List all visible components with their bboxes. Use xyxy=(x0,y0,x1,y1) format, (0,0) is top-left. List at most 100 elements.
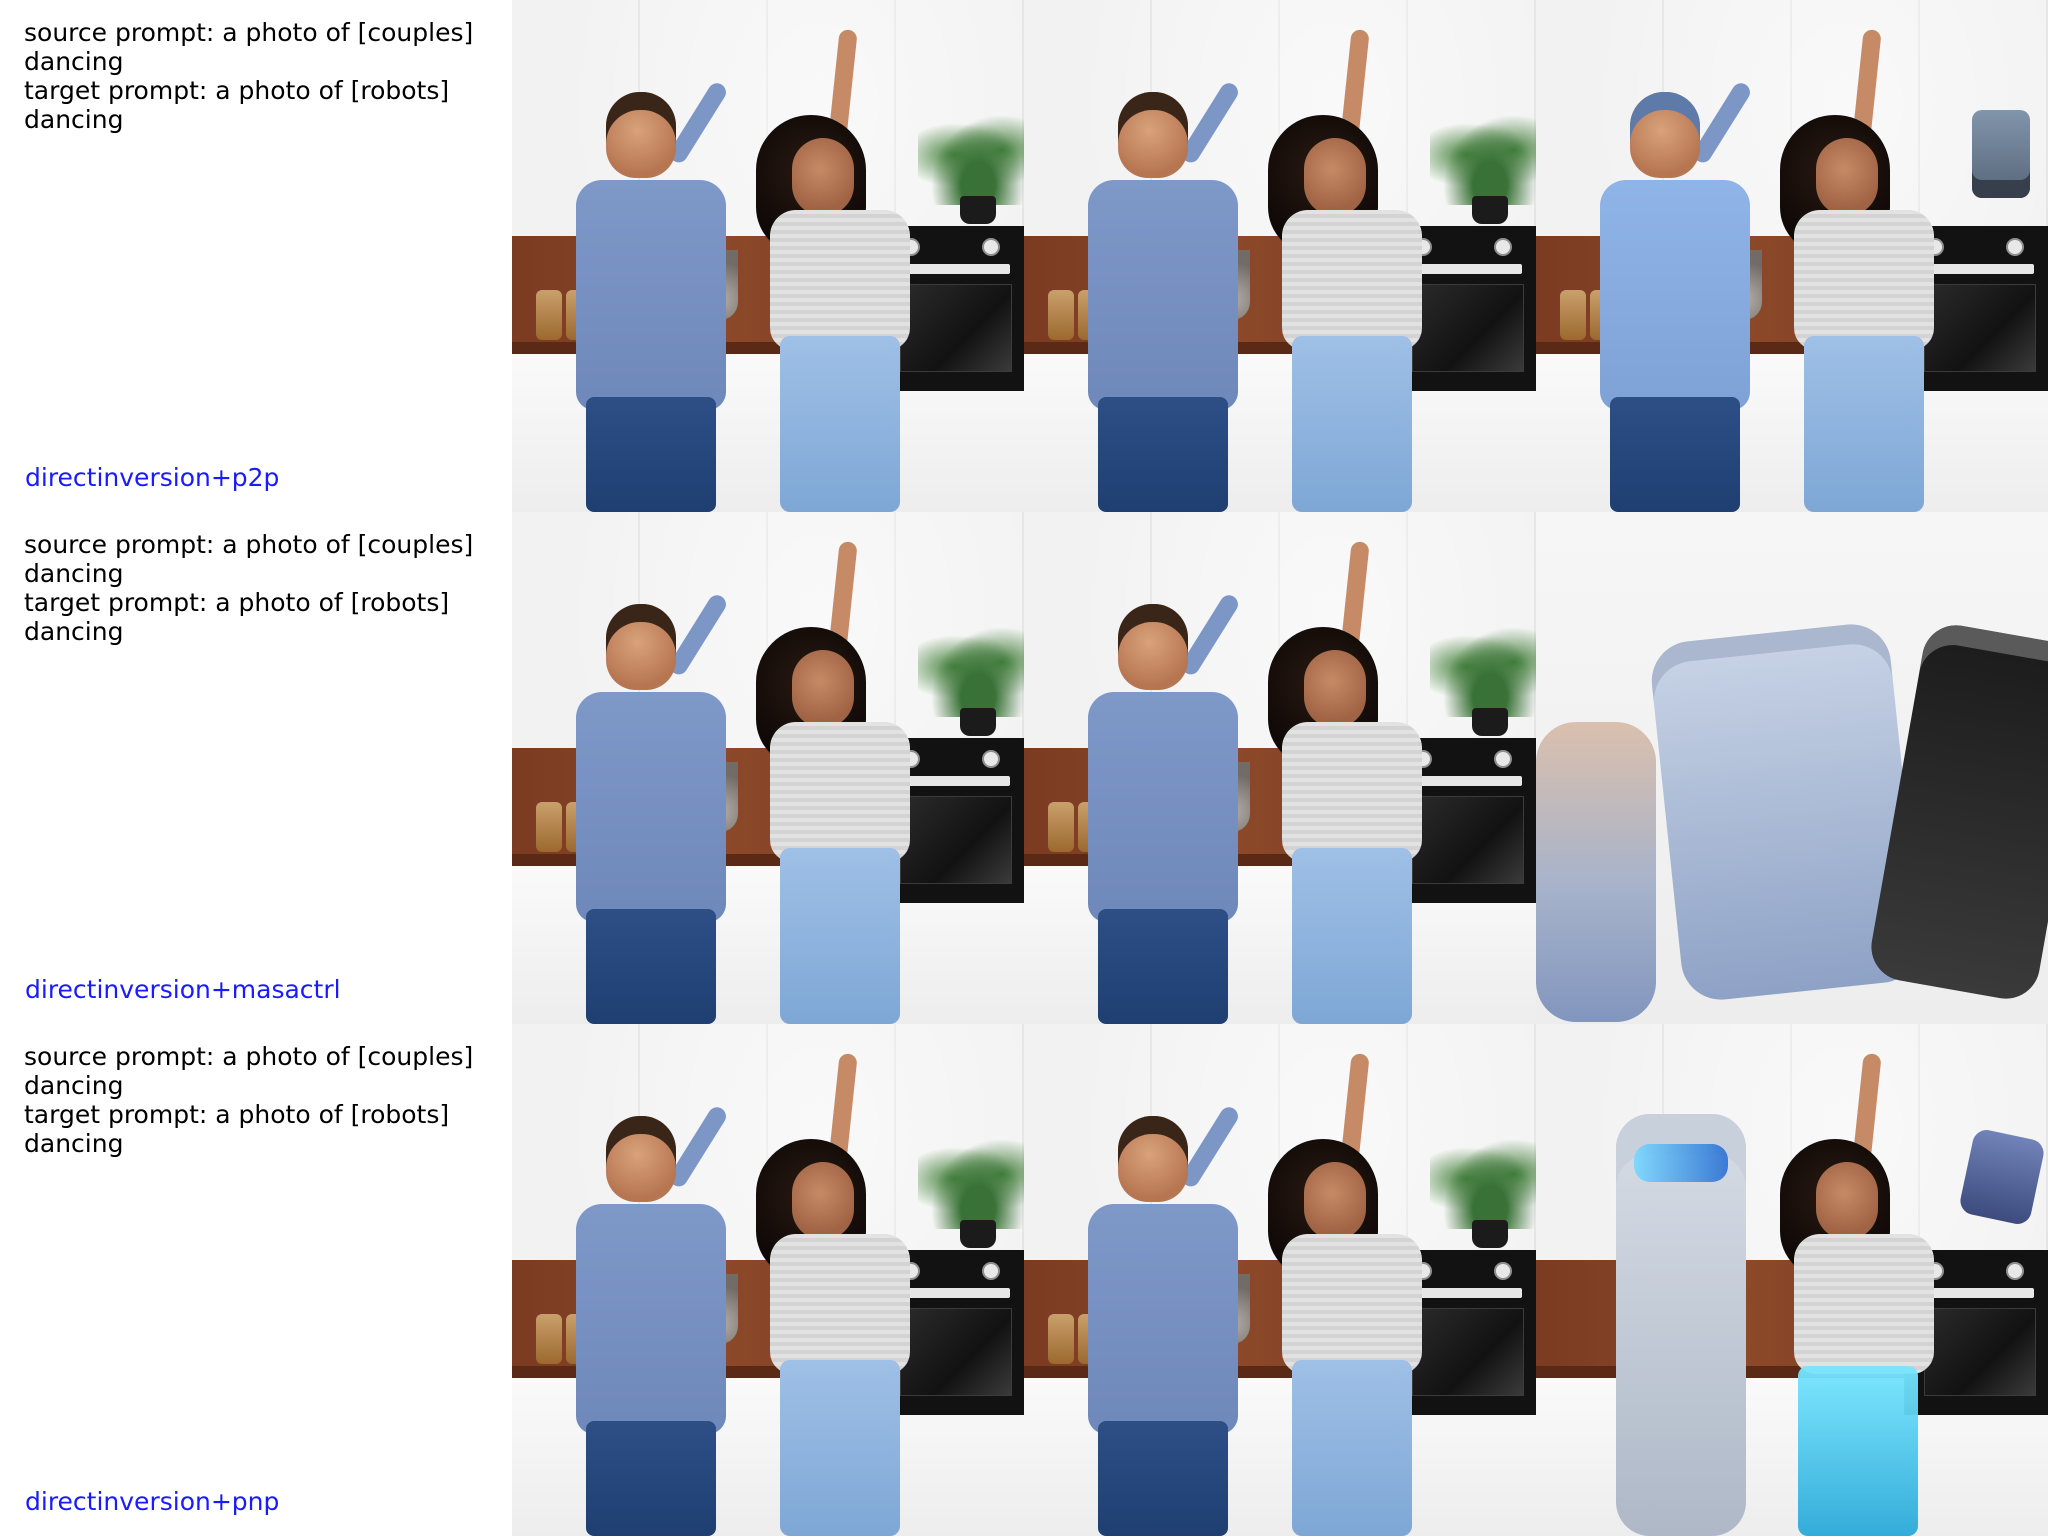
person-woman-edited xyxy=(1770,28,1950,512)
prompt-panel: source prompt: a photo of [couples] danc… xyxy=(0,1024,512,1536)
woman-top xyxy=(1794,210,1934,350)
reconstructed-image xyxy=(1024,512,1536,1024)
source-prompt-line-1: source prompt: a photo of [couples] xyxy=(24,1042,474,1071)
woman-face xyxy=(1816,1162,1878,1240)
plant-pot xyxy=(1472,196,1508,224)
man-jeans xyxy=(586,1421,716,1536)
method-label: directinversion+p2p xyxy=(25,463,280,492)
jar xyxy=(1560,290,1586,340)
woman-jeans xyxy=(1292,848,1412,1024)
woman-face xyxy=(1304,138,1366,216)
woman-top xyxy=(770,1234,910,1374)
plant-pot xyxy=(960,708,996,736)
prompt-text-block: source prompt: a photo of [couples] danc… xyxy=(24,530,504,646)
person-woman xyxy=(746,540,926,1024)
man-shirt xyxy=(1088,180,1238,410)
woman-face xyxy=(792,1162,854,1240)
person-man xyxy=(576,591,746,1024)
man-shirt xyxy=(1088,692,1238,922)
plant-pot xyxy=(960,1220,996,1248)
person-woman xyxy=(1258,1052,1438,1536)
man-shirt xyxy=(1088,1204,1238,1434)
source-image xyxy=(512,1024,1024,1536)
prompt-text-block: source prompt: a photo of [couples] danc… xyxy=(24,1042,504,1158)
plant-leaves xyxy=(918,1129,1024,1229)
person-man xyxy=(576,1103,746,1536)
person-woman xyxy=(746,28,926,512)
oven-knob xyxy=(1494,1262,1512,1280)
target-prompt-line-2: dancing xyxy=(24,617,124,646)
woman-face xyxy=(792,650,854,728)
prompt-panel: source prompt: a photo of [couples] danc… xyxy=(0,512,512,1024)
plant-pot xyxy=(1472,1220,1508,1248)
man-jeans xyxy=(1098,397,1228,512)
plant-leaves xyxy=(1430,1129,1536,1229)
man-jeans xyxy=(1610,397,1740,512)
man-head xyxy=(1630,92,1700,178)
comparison-grid: source prompt: a photo of [couples] danc… xyxy=(0,0,2048,1536)
jar xyxy=(1048,1314,1074,1364)
prompt-panel: source prompt: a photo of [couples] danc… xyxy=(0,0,512,512)
plant-leaves xyxy=(1430,105,1536,205)
woman-top xyxy=(1794,1234,1934,1374)
man-head xyxy=(606,1116,676,1202)
plant-pot xyxy=(1472,708,1508,736)
plant-leaves xyxy=(918,617,1024,717)
woman-jeans xyxy=(780,336,900,512)
person-woman xyxy=(1258,28,1438,512)
person-man-edited xyxy=(1600,79,1770,512)
woman-top xyxy=(770,722,910,862)
man-head xyxy=(1118,92,1188,178)
source-prompt-line-2: dancing xyxy=(24,559,124,588)
woman-jeans xyxy=(780,1360,900,1536)
small-robot-figure xyxy=(1972,110,2030,198)
jar xyxy=(1048,802,1074,852)
plant-leaves xyxy=(918,105,1024,205)
target-prompt-line-1: target prompt: a photo of [robots] xyxy=(24,1100,450,1129)
edited-image xyxy=(1536,0,2048,512)
left-edge-figure xyxy=(1536,722,1656,1022)
oven-knob xyxy=(1494,750,1512,768)
source-prompt-line-1: source prompt: a photo of [couples] xyxy=(24,18,474,47)
man-shirt xyxy=(576,180,726,410)
oven-knob xyxy=(1494,238,1512,256)
woman-face xyxy=(1304,1162,1366,1240)
person-woman xyxy=(746,1052,926,1536)
edited-image xyxy=(1536,1024,2048,1536)
man-jeans xyxy=(1098,909,1228,1024)
woman-top xyxy=(770,210,910,350)
plant-pot xyxy=(960,196,996,224)
woman-face xyxy=(1816,138,1878,216)
method-label: directinversion+pnp xyxy=(25,1487,280,1516)
row-directinversion-pnp: source prompt: a photo of [couples] danc… xyxy=(0,1024,2048,1536)
man-shirt xyxy=(1600,180,1750,410)
person-woman xyxy=(1258,540,1438,1024)
man-jeans xyxy=(586,909,716,1024)
target-prompt-line-1: target prompt: a photo of [robots] xyxy=(24,76,450,105)
source-image xyxy=(512,0,1024,512)
target-prompt-line-2: dancing xyxy=(24,1129,124,1158)
oven-knob xyxy=(2006,238,2024,256)
target-prompt-line-2: dancing xyxy=(24,105,124,134)
oven-knob xyxy=(2006,1262,2024,1280)
target-prompt-line-1: target prompt: a photo of [robots] xyxy=(24,588,450,617)
woman-jeans xyxy=(1292,336,1412,512)
row-directinversion-masactrl: source prompt: a photo of [couples] danc… xyxy=(0,512,2048,1024)
man-jeans xyxy=(1098,1421,1228,1536)
person-man xyxy=(576,79,746,512)
robot-visor xyxy=(1634,1144,1728,1182)
edited-image xyxy=(1536,512,2048,1024)
jar xyxy=(536,1314,562,1364)
source-prompt-line-1: source prompt: a photo of [couples] xyxy=(24,530,474,559)
oven-knob xyxy=(982,238,1000,256)
reconstructed-image xyxy=(1024,1024,1536,1536)
man-shirt xyxy=(576,692,726,922)
jar xyxy=(536,290,562,340)
method-label: directinversion+masactrl xyxy=(25,975,341,1004)
woman-jeans xyxy=(1804,336,1924,512)
man-head xyxy=(606,604,676,690)
row-directinversion-p2p: source prompt: a photo of [couples] danc… xyxy=(0,0,2048,512)
man-head xyxy=(1118,1116,1188,1202)
person-man xyxy=(1088,79,1258,512)
person-man xyxy=(1088,591,1258,1024)
